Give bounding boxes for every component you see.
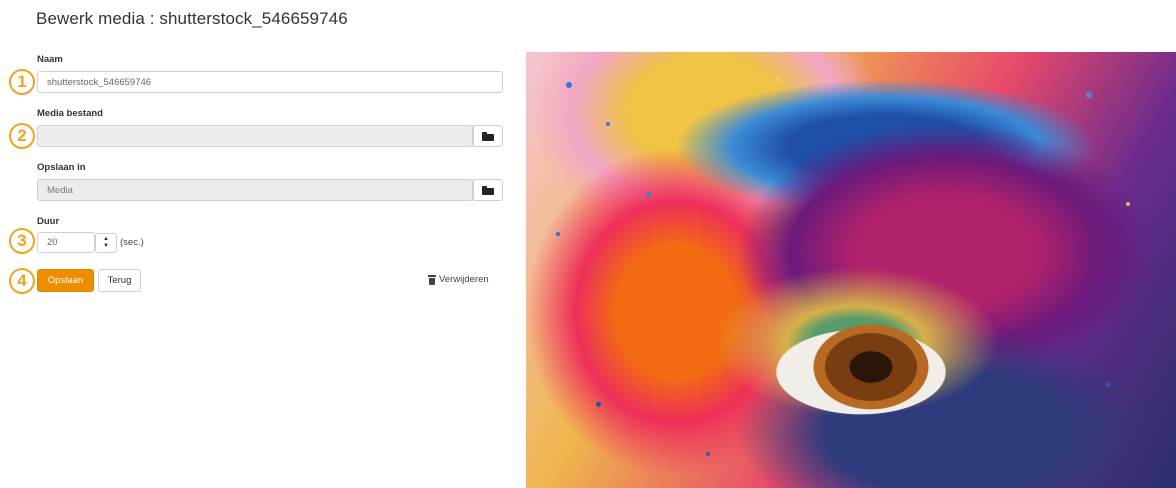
folder-icon — [482, 185, 494, 195]
save-in-label: Opslaan in — [37, 162, 86, 173]
page-title: Bewerk media : shutterstock_546659746 — [36, 9, 348, 28]
duration-unit: (sec.) — [120, 237, 144, 248]
step-marker-1: 1 — [9, 69, 35, 95]
delete-label: Verwijderen — [439, 274, 489, 285]
media-preview-image — [526, 52, 1176, 488]
media-file-input[interactable] — [37, 125, 473, 147]
back-button[interactable]: Terug — [98, 269, 141, 292]
delete-link[interactable]: Verwijderen — [428, 274, 489, 285]
folder-icon — [482, 131, 494, 141]
name-input[interactable]: shutterstock_546659746 — [37, 71, 503, 93]
save-in-input[interactable]: Media — [37, 179, 473, 201]
duration-label: Duur — [37, 216, 60, 227]
save-in-browse-button[interactable] — [473, 179, 503, 201]
spinner-down-icon[interactable]: ▼ — [103, 243, 109, 250]
trash-icon — [428, 274, 436, 285]
duration-input[interactable]: 20 — [37, 232, 95, 253]
step-marker-3: 3 — [9, 228, 35, 254]
spinner-up-icon[interactable]: ▲ — [103, 236, 109, 243]
name-label: Naam — [37, 54, 63, 65]
media-file-label: Media bestand — [37, 108, 103, 119]
media-file-browse-button[interactable] — [473, 125, 503, 147]
step-marker-4: 4 — [9, 268, 35, 294]
step-marker-2: 2 — [9, 123, 35, 149]
save-button[interactable]: Opslaan — [37, 269, 94, 292]
duration-spinner[interactable]: ▲ ▼ — [95, 233, 117, 253]
